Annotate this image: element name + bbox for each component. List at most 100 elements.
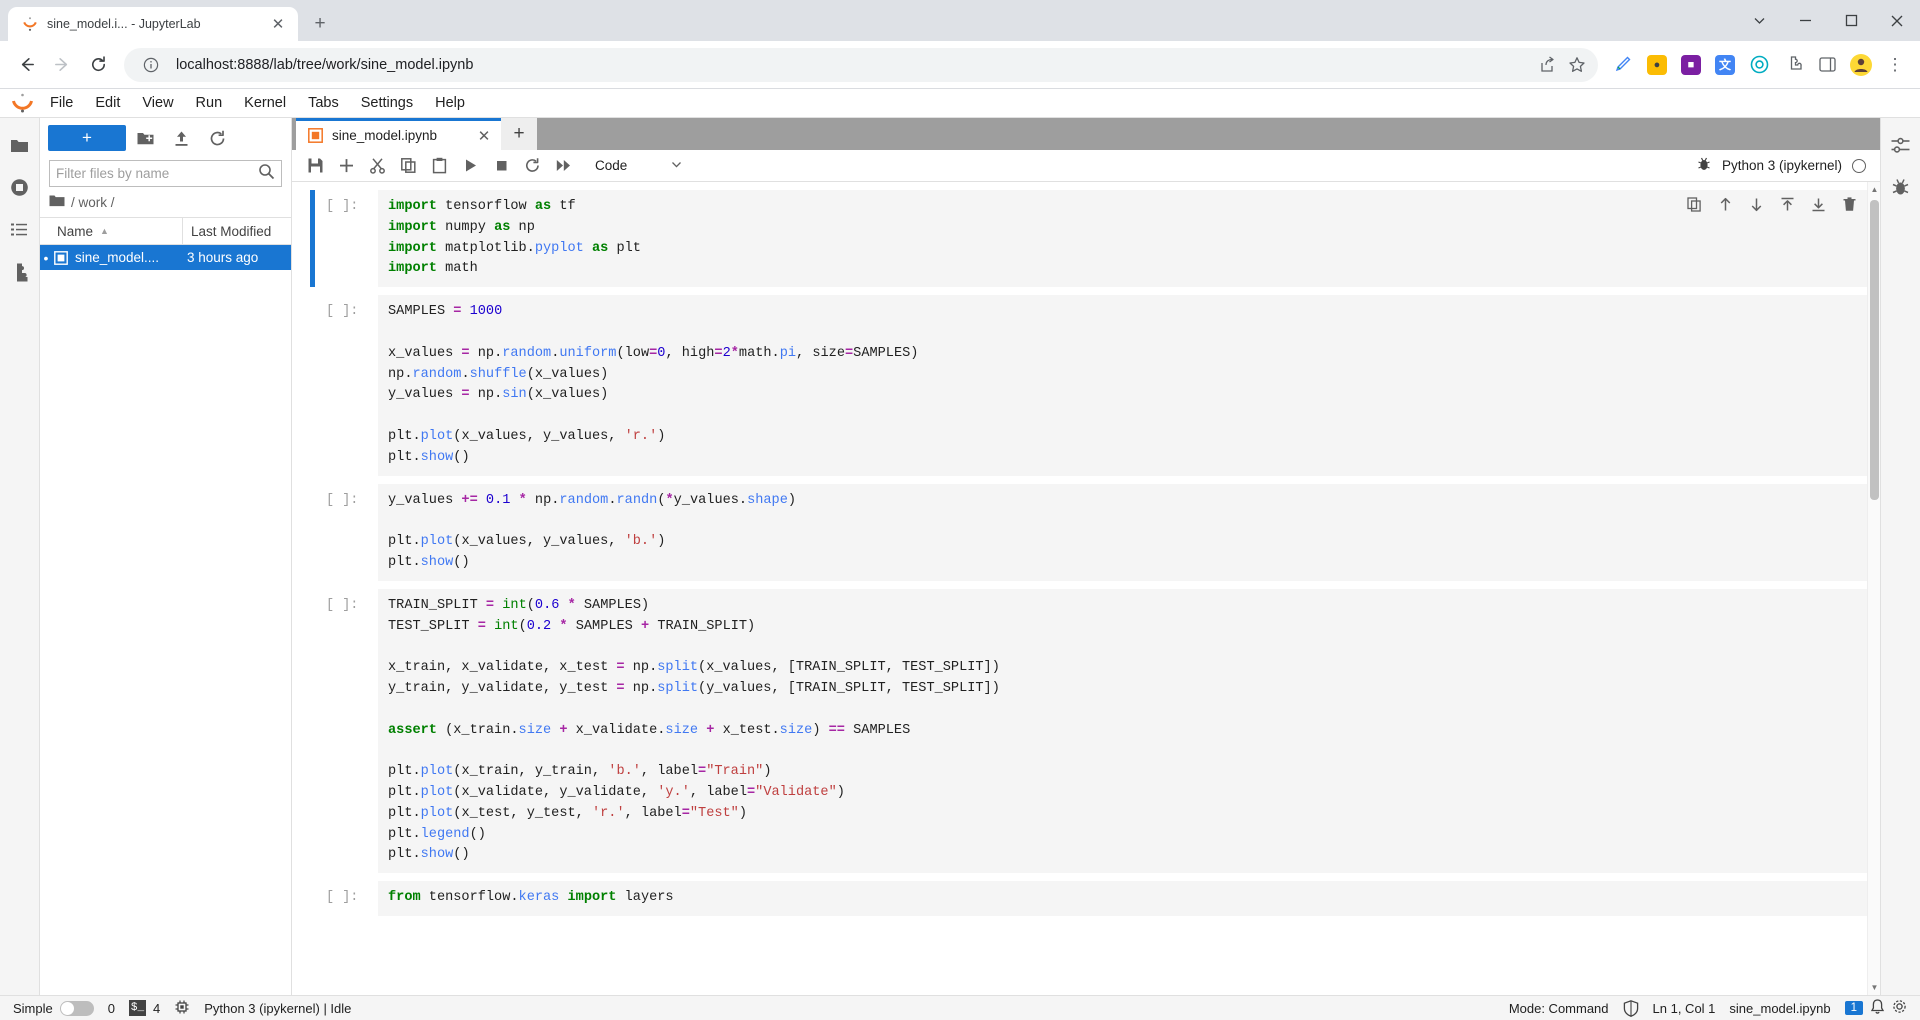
notebook-cell[interactable]: [ ]: import tensorflow as tf import nump…: [292, 190, 1867, 288]
extension-teal-icon[interactable]: [1743, 49, 1775, 81]
cell-body[interactable]: SAMPLES = 1000 x_values = np.random.unif…: [378, 295, 1867, 476]
notebook-scrollbar[interactable]: ▲ ▼: [1867, 182, 1880, 995]
cut-cells-button[interactable]: [362, 152, 393, 180]
chevron-down-icon[interactable]: [1736, 0, 1782, 41]
menu-view[interactable]: View: [131, 89, 184, 117]
address-bar[interactable]: localhost:8888/lab/tree/work/sine_model.…: [124, 47, 1598, 82]
side-panel-icon[interactable]: [1811, 49, 1843, 81]
profile-avatar[interactable]: [1845, 49, 1877, 81]
resource-usage[interactable]: [167, 996, 197, 1020]
toggle-switch[interactable]: [59, 1000, 94, 1016]
extension-purple-icon[interactable]: ■: [1675, 49, 1707, 81]
file-filter-input[interactable]: [56, 166, 258, 181]
scrollbar-thumb[interactable]: [1870, 200, 1879, 500]
cell-source[interactable]: from tensorflow.keras import layers: [379, 882, 1866, 915]
scroll-up-arrow-icon[interactable]: ▲: [1868, 182, 1880, 197]
sidebar-item-extension-manager[interactable]: [1, 250, 39, 292]
cell-source[interactable]: import tensorflow as tf import numpy as …: [379, 191, 1866, 286]
browser-menu-button[interactable]: ⋮: [1879, 49, 1911, 81]
kernel-indicator[interactable]: Python 3 (ipykernel): [1696, 156, 1880, 175]
column-header-last-modified[interactable]: Last Modified: [183, 224, 291, 239]
new-tab-button[interactable]: +: [306, 10, 334, 38]
refresh-icon[interactable]: [200, 124, 234, 152]
cursor-position[interactable]: Ln 1, Col 1: [1646, 996, 1723, 1020]
forward-button[interactable]: [44, 47, 80, 83]
cell-source[interactable]: SAMPLES = 1000 x_values = np.random.unif…: [379, 296, 1866, 474]
cell-body[interactable]: TRAIN_SPLIT = int(0.6 * SAMPLES) TEST_SP…: [378, 588, 1867, 874]
menu-run[interactable]: Run: [185, 89, 234, 117]
insert-cell-button[interactable]: [331, 152, 362, 180]
move-cell-up-icon[interactable]: [1716, 195, 1734, 213]
close-icon[interactable]: [1874, 0, 1920, 41]
cell-body[interactable]: from tensorflow.keras import layers: [378, 881, 1867, 916]
insert-cell-above-icon[interactable]: [1778, 195, 1796, 213]
sidebar-item-running-terminals[interactable]: [1, 166, 39, 208]
interrupt-kernel-button[interactable]: [486, 152, 517, 180]
notebook-tab-sine-model[interactable]: sine_model.ipynb ✕: [296, 118, 501, 150]
cell-type-select[interactable]: Code: [593, 153, 686, 178]
new-tab-launcher-button[interactable]: +: [501, 118, 537, 150]
gear-icon[interactable]: [1892, 999, 1907, 1017]
scroll-down-arrow-icon[interactable]: ▼: [1868, 980, 1880, 995]
menu-edit[interactable]: Edit: [84, 89, 131, 117]
info-circle-icon[interactable]: [136, 50, 166, 80]
cell-body[interactable]: import tensorflow as tf import numpy as …: [378, 190, 1867, 288]
insert-cell-below-icon[interactable]: [1809, 195, 1827, 213]
shield-icon[interactable]: [1616, 996, 1646, 1020]
notebook-tab-close-icon[interactable]: ✕: [473, 127, 495, 145]
move-cell-down-icon[interactable]: [1747, 195, 1765, 213]
upload-icon[interactable]: [164, 124, 198, 152]
cell-source[interactable]: y_values += 0.1 * np.random.randn(*y_val…: [379, 485, 1866, 580]
bug-icon[interactable]: [1696, 156, 1712, 175]
paste-cells-button[interactable]: [424, 152, 455, 180]
bell-icon[interactable]: [1870, 998, 1885, 1018]
cell-marker: [310, 589, 315, 873]
extensions-puzzle-icon[interactable]: [1777, 49, 1809, 81]
sidebar-item-file-browser[interactable]: [1, 124, 39, 166]
search-icon[interactable]: [258, 163, 275, 185]
kernel-count[interactable]: 0: [101, 996, 122, 1020]
menu-kernel[interactable]: Kernel: [233, 89, 297, 117]
property-inspector-icon[interactable]: [1882, 124, 1920, 166]
menu-file[interactable]: File: [39, 89, 84, 117]
restart-and-run-all-button[interactable]: [548, 152, 579, 180]
simple-mode-toggle[interactable]: Simple: [6, 996, 101, 1020]
extension-translate-icon[interactable]: 文: [1709, 49, 1741, 81]
browser-tab-close-icon[interactable]: ✕: [268, 14, 288, 34]
menu-tabs[interactable]: Tabs: [297, 89, 350, 117]
notebook-cell[interactable]: [ ]: SAMPLES = 1000 x_values = np.random…: [292, 295, 1867, 476]
file-breadcrumb[interactable]: / work /: [40, 187, 291, 217]
back-button[interactable]: [8, 47, 44, 83]
cell-body[interactable]: y_values += 0.1 * np.random.randn(*y_val…: [378, 483, 1867, 581]
delete-cell-icon[interactable]: [1840, 195, 1858, 213]
copy-cells-button[interactable]: [393, 152, 424, 180]
debugger-icon[interactable]: [1882, 166, 1920, 208]
share-icon[interactable]: [1532, 50, 1562, 80]
reload-button[interactable]: [80, 47, 116, 83]
run-cell-button[interactable]: [455, 152, 486, 180]
duplicate-cell-icon[interactable]: [1685, 195, 1703, 213]
extension-pen-icon[interactable]: [1607, 49, 1639, 81]
restart-kernel-button[interactable]: [517, 152, 548, 180]
minimize-icon[interactable]: [1782, 0, 1828, 41]
menu-settings[interactable]: Settings: [350, 89, 424, 117]
maximize-icon[interactable]: [1828, 0, 1874, 41]
sidebar-item-table-of-contents[interactable]: [1, 208, 39, 250]
cell-source[interactable]: TRAIN_SPLIT = int(0.6 * SAMPLES) TEST_SP…: [379, 590, 1866, 872]
save-button[interactable]: [300, 152, 331, 180]
notebook-cell[interactable]: [ ]: from tensorflow.keras import layers: [292, 881, 1867, 916]
file-filter-box[interactable]: [49, 160, 282, 187]
notebook-cell[interactable]: [ ]: y_values += 0.1 * np.random.randn(*…: [292, 483, 1867, 581]
menu-help[interactable]: Help: [424, 89, 476, 117]
bookmark-star-icon[interactable]: [1562, 50, 1592, 80]
file-list-item-sine-model[interactable]: • sine_model.... 3 hours ago: [40, 245, 291, 270]
terminal-count[interactable]: $_ 4: [122, 996, 167, 1020]
column-header-name[interactable]: Name ▲: [40, 218, 183, 244]
kernel-status-text[interactable]: Python 3 (ipykernel) | Idle: [197, 996, 358, 1020]
browser-tab[interactable]: sine_model.i... - JupyterLab ✕: [8, 7, 298, 41]
notification-indicator[interactable]: 1: [1838, 996, 1914, 1020]
new-folder-icon[interactable]: [128, 124, 162, 152]
extension-yellow-icon[interactable]: ●: [1641, 49, 1673, 81]
notebook-cell[interactable]: [ ]: TRAIN_SPLIT = int(0.6 * SAMPLES) TE…: [292, 588, 1867, 874]
new-launcher-button[interactable]: +: [48, 125, 126, 151]
